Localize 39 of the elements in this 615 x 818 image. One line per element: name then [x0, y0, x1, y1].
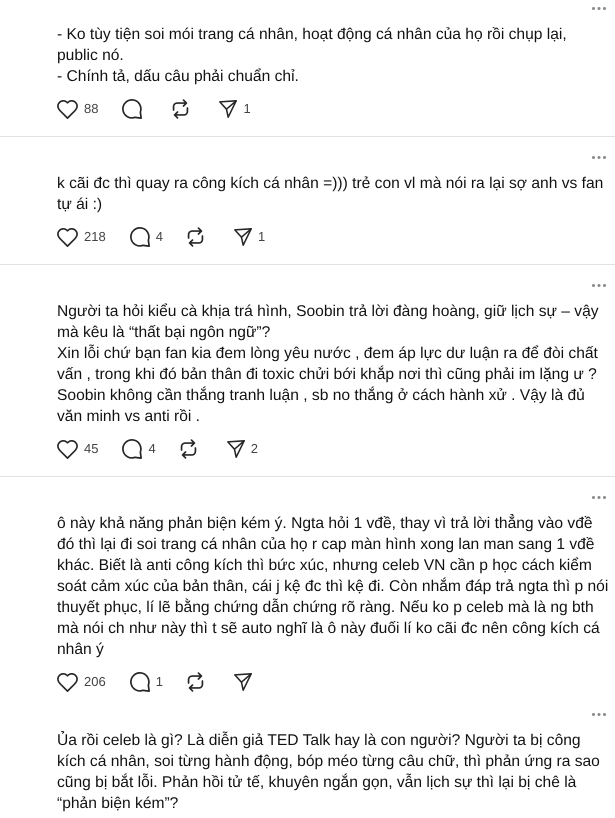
reply-button[interactable]: 4 [122, 437, 156, 461]
more-icon[interactable] [592, 284, 606, 286]
speech-bubble-icon [122, 99, 142, 119]
more-icon[interactable] [592, 712, 606, 716]
post-text: Ủa rồi celeb là gì? Là diễn giả TED Talk hay là con người? Người ta bị công kích cá nhân, soi từng hành động, bóp méo từng câu chữ, thì phản ứng ra sao cũng bị bắt lỗi. Phản hồi tử tế, khuyên ngắn gọn, vẫn lịch sự thì lại bị chê là “phản biện kém”? [57, 730, 601, 814]
more-icon[interactable] [592, 496, 606, 498]
speech-bubble-icon [130, 227, 150, 247]
post-text: Người ta hỏi kiểu cà khịa trá hình, Soobin trả lời đàng hoàng, giữ lịch sự – vậy mà kêu là “thất bại ngôn ngữ”? [57, 302, 600, 343]
like-button[interactable]: 88 [57, 97, 98, 121]
share-button[interactable]: 2 [226, 437, 258, 461]
paper-plane-icon [219, 100, 238, 118]
like-button[interactable]: 45 [57, 437, 98, 461]
paper-plane-icon [226, 440, 245, 458]
repeat-arrows-icon [172, 99, 190, 119]
heart-icon [57, 440, 78, 458]
post-text: - Chính tả, dấu câu phải chuẩn chỉ. [57, 67, 300, 87]
share-button[interactable]: 1 [219, 97, 251, 121]
reply-button[interactable]: 4 [130, 225, 163, 249]
heart-icon [57, 228, 78, 246]
paper-plane-icon [234, 228, 252, 246]
post-text: Soobin không cần thắng tranh luận , sb no thắng ở cách hành xử . Vậy là đủ văn minh vs anti rồi . [57, 386, 586, 427]
heart-icon [57, 672, 78, 692]
speech-bubble-icon [122, 439, 142, 459]
post-text: Xin lỗi chứ bạn fan kia đem lòng yêu nước , đem áp lực dư luận ra để đòi chất vấn , trong khi đó bản thân đi toxic chửi bới khắp nơi thì cũng phải im lặng ư ? [57, 344, 599, 385]
more-icon[interactable] [592, 156, 606, 158]
repeat-arrows-icon [180, 439, 197, 459]
like-button[interactable]: 206 [57, 670, 106, 694]
like-button[interactable]: 218 [57, 225, 106, 249]
repeat-arrows-icon [186, 227, 204, 247]
speech-bubble-icon [130, 672, 150, 692]
post-text: k cãi đc thì quay ra công kích cá nhân =))) trẻ con vl mà nói ra lại sợ anh vs fan tự ái :) [57, 174, 604, 215]
post-text: ô này khả năng phản biện kém ý. Ngta hỏi 1 vđề, thay vì trả lời thẳng vào vđề đó thì lại đi soi trang cá nhân của họ r cap màn hình xong lan man sang 1 vđề khác. Biết là anti công kích thì bức xúc, nhưng celeb VN cần p học cách kiểm soát cảm xúc của bản thân, cái j kệ đc thì kệ đi. Còn nhắm đáp trả ngta thì p nói thuyết phục, lí lẽ bằng chứng dẫn chứng rõ ràng. Nếu ko p celeb mà là ng bth mà nói ch như này thì t sẽ auto nghĩ là ô này đuối lí ko cãi đc nên công kích cá nhân ý [57, 513, 610, 660]
paper-plane-icon [234, 673, 252, 691]
reply-button[interactable]: 1 [130, 670, 163, 694]
share-button[interactable]: 1 [234, 225, 266, 249]
repeat-arrows-icon [186, 672, 204, 692]
post-text: - Ko tùy tiện soi mói trang cá nhân, hoạt động cá nhân của họ rồi chụp lại, public nó. [57, 25, 568, 66]
more-icon[interactable] [592, 6, 606, 10]
heart-icon [57, 100, 78, 118]
